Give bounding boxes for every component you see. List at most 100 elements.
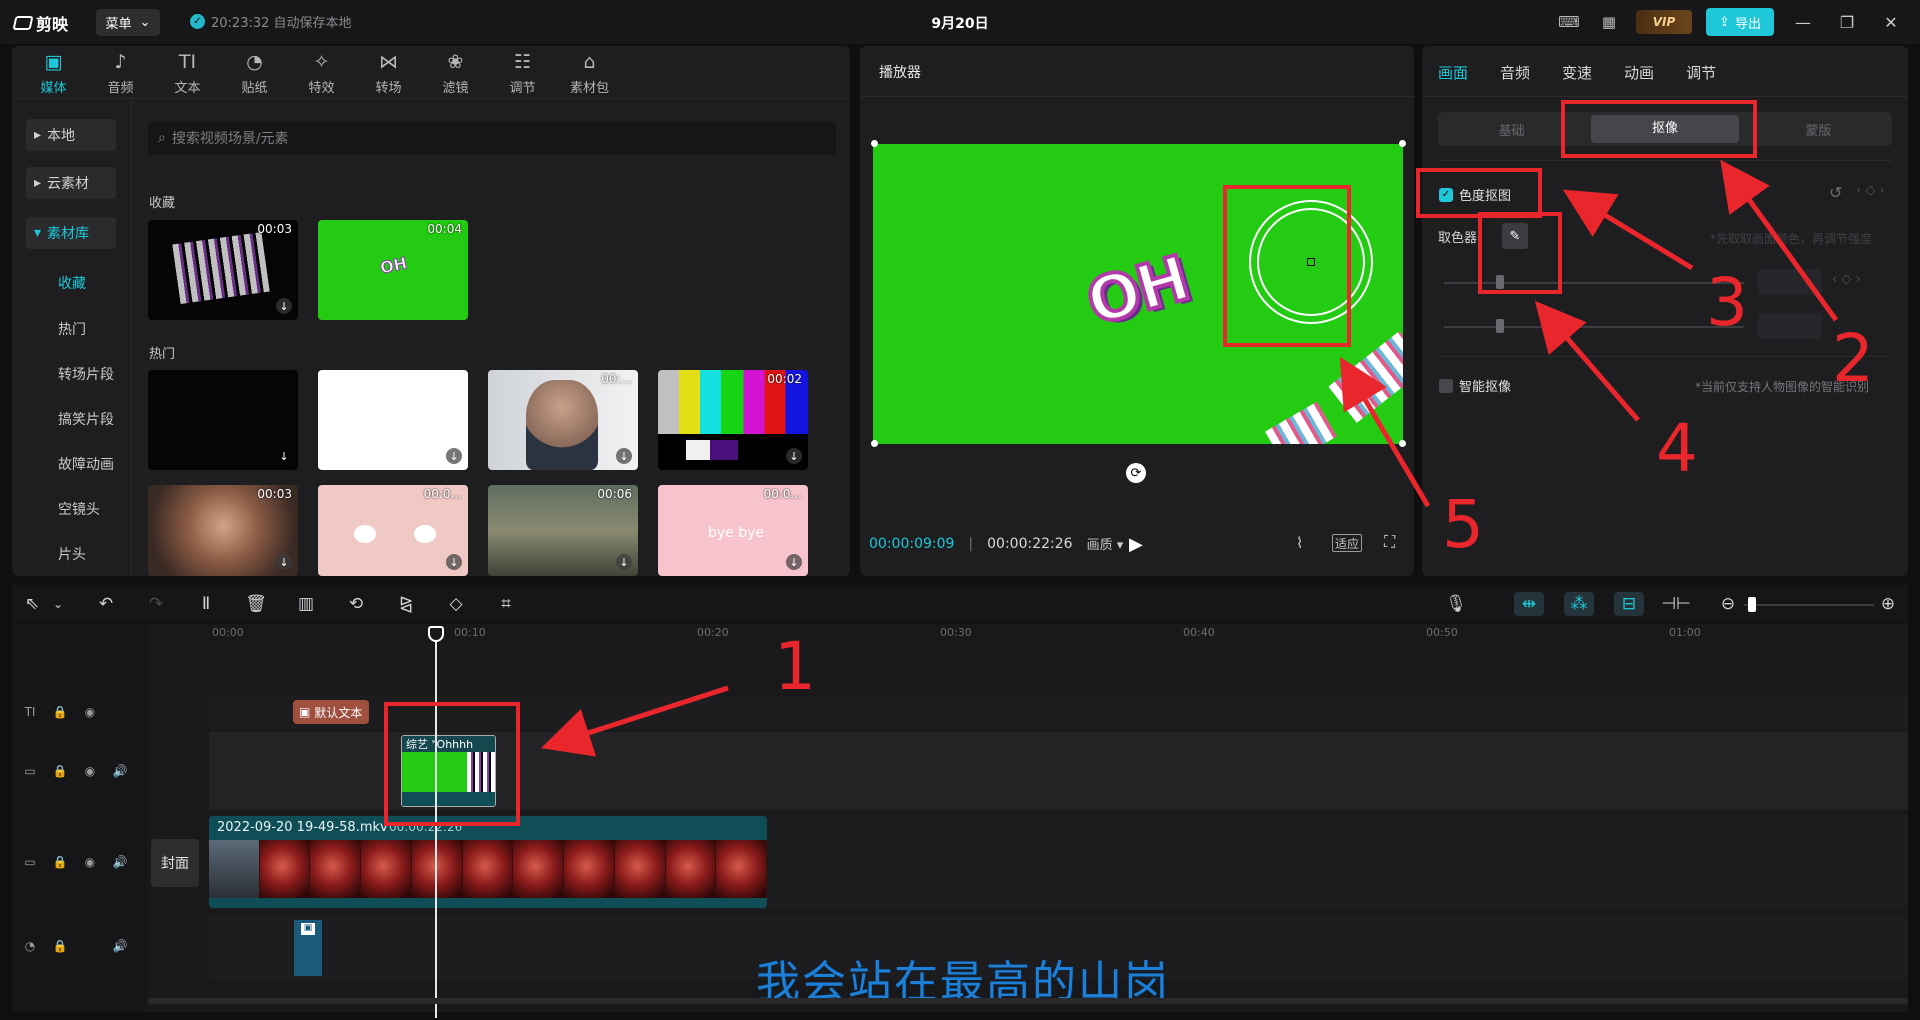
mirror-icon[interactable]: ⧎	[394, 592, 418, 616]
menu-button[interactable]: 菜单 ⌄	[96, 9, 160, 36]
download-icon[interactable]: ↓	[616, 554, 632, 570]
media-thumb[interactable]: bye bye 00:0... ↓	[658, 485, 808, 576]
lock-icon[interactable]: 🔒	[52, 764, 68, 778]
speaker-icon[interactable]: 🔊	[112, 764, 128, 778]
tab-audio[interactable]: 音频	[1500, 62, 1530, 83]
side-sub-intro[interactable]: 片头	[58, 544, 86, 564]
media-thumb[interactable]: 00:06 ↓	[488, 485, 638, 576]
preview-axis-icon[interactable]: ⊟	[1614, 592, 1644, 616]
speaker-icon[interactable]: 🔊	[112, 939, 128, 953]
download-icon[interactable]: ↓	[616, 448, 632, 464]
fullscreen-icon[interactable]: ⛶	[1384, 532, 1395, 552]
minimize-icon[interactable]: —	[1788, 8, 1818, 36]
tab-animation[interactable]: 动画	[1624, 62, 1654, 83]
shadow-input[interactable]	[1758, 313, 1822, 339]
tab-media[interactable]: ▣ 媒体	[20, 46, 87, 100]
zoom-out-icon[interactable]: ⊖	[1716, 592, 1740, 616]
zoom-slider-thumb[interactable]	[1748, 597, 1756, 612]
split-icon[interactable]: Ⅱ	[194, 592, 218, 616]
lock-icon[interactable]: 🔒	[52, 939, 68, 953]
tab-transition[interactable]: ⋈ 转场	[355, 46, 422, 100]
smart-cutout-checkbox[interactable]	[1439, 378, 1453, 393]
side-item-library[interactable]: ▾ 素材库	[26, 217, 116, 249]
export-button[interactable]: ⇪ 导出	[1706, 8, 1774, 36]
download-icon[interactable]: ↓	[276, 448, 292, 464]
side-sub-hot[interactable]: 热门	[58, 319, 86, 339]
media-thumb[interactable]: ↓	[148, 370, 298, 470]
media-thumb[interactable]: ↓	[318, 370, 468, 470]
main-video-clip[interactable]: 2022-09-20 19-49-58.mkv 00:00:22:26	[209, 816, 767, 908]
playhead-handle[interactable]	[428, 626, 444, 642]
resize-handle[interactable]	[871, 440, 878, 447]
shadow-slider-thumb[interactable]	[1496, 319, 1504, 333]
reset-icon[interactable]: ↺	[1829, 183, 1842, 202]
reverse-icon[interactable]: ⟲	[344, 592, 368, 616]
align-icon[interactable]: ⊣⊢	[1661, 592, 1691, 616]
tab-picture[interactable]: 画面	[1438, 62, 1468, 83]
play-icon[interactable]: ▶	[1129, 534, 1143, 555]
tab-text[interactable]: TI 文本	[154, 46, 221, 100]
linkage-icon[interactable]: ⁂	[1564, 592, 1594, 616]
tab-effects[interactable]: ✧ 特效	[288, 46, 355, 100]
vip-badge[interactable]: VIP	[1636, 10, 1692, 34]
side-item-cloud[interactable]: ▸ 云素材	[26, 167, 116, 199]
tab-adjust[interactable]: ☷ 调节	[489, 46, 556, 100]
delete-icon[interactable]: 🗑	[244, 592, 268, 616]
segment-mask[interactable]: 蒙版	[1745, 120, 1892, 139]
microphone-icon[interactable]: 🎙	[1444, 592, 1468, 616]
tab-sticker[interactable]: ◔ 贴纸	[221, 46, 288, 100]
tab-pack[interactable]: ⌂ 素材包	[556, 46, 623, 100]
cover-button[interactable]: 封面	[151, 839, 199, 887]
quality-dropdown[interactable]: 画质 ▾	[1087, 534, 1124, 553]
download-icon[interactable]: ↓	[786, 448, 802, 464]
select-cursor-icon[interactable]: ⇖	[20, 592, 44, 616]
download-icon[interactable]: ↓	[276, 554, 292, 570]
tab-audio[interactable]: ♪ 音频	[87, 46, 154, 100]
resize-handle[interactable]	[1399, 140, 1406, 147]
lock-icon[interactable]: 🔒	[52, 705, 68, 719]
side-sub-glitch[interactable]: 故障动画	[58, 454, 114, 474]
media-thumb[interactable]: 00:0... ↓	[318, 485, 468, 576]
layout-icon[interactable]: ▦	[1596, 9, 1622, 35]
shadow-slider[interactable]	[1444, 326, 1744, 328]
tab-adjust[interactable]: 调节	[1686, 62, 1716, 83]
media-thumb[interactable]: 00:03 ↓	[148, 220, 298, 320]
magnet-icon[interactable]: ⇹	[1514, 592, 1544, 616]
side-item-local[interactable]: ▸ 本地	[26, 119, 116, 151]
close-icon[interactable]: ✕	[1876, 8, 1906, 36]
freeze-icon[interactable]: ▥	[294, 592, 318, 616]
media-thumb[interactable]: 00:03 ↓	[148, 485, 298, 576]
side-sub-empty-shot[interactable]: 空镜头	[58, 499, 100, 519]
keyboard-icon[interactable]: ⌨	[1556, 9, 1582, 35]
download-icon[interactable]: ↓	[446, 554, 462, 570]
side-sub-favorites[interactable]: 收藏	[58, 273, 86, 293]
speaker-icon[interactable]: 🔊	[112, 855, 128, 869]
rotate-icon[interactable]: ◇	[444, 592, 468, 616]
resize-handle[interactable]	[1399, 440, 1406, 447]
tab-speed[interactable]: 变速	[1562, 62, 1592, 83]
text-clip[interactable]: ▣ 默认文本	[293, 700, 369, 724]
download-icon[interactable]: ↓	[276, 298, 292, 314]
rotate-icon[interactable]: ⟳	[1126, 463, 1146, 483]
eye-icon[interactable]: ◉	[82, 705, 98, 719]
timeline-scrollbar[interactable]	[148, 998, 1908, 1004]
zoom-in-icon[interactable]: ⊕	[1876, 592, 1900, 616]
undo-icon[interactable]: ↶	[94, 592, 118, 616]
zoom-slider[interactable]	[1744, 604, 1874, 606]
media-thumb[interactable]: 00:... ↓	[488, 370, 638, 470]
resize-handle[interactable]	[871, 140, 878, 147]
lock-icon[interactable]: 🔒	[52, 855, 68, 869]
media-thumb[interactable]: 00:02 ↓	[658, 370, 808, 470]
restore-icon[interactable]: ❐	[1832, 8, 1862, 36]
smart-cutout-row[interactable]: 智能抠像	[1439, 376, 1511, 395]
eye-icon[interactable]: ◉	[82, 764, 98, 778]
intensity-input[interactable]	[1758, 269, 1822, 295]
search-input[interactable]: ⌕ 搜索视频场景/元素	[148, 121, 836, 155]
tab-filter[interactable]: ❀ 滤镜	[422, 46, 489, 100]
side-sub-funny-clips[interactable]: 搞笑片段	[58, 409, 114, 429]
download-icon[interactable]: ↓	[786, 554, 802, 570]
audio-clip[interactable]: ▣	[294, 920, 322, 976]
waveform-icon[interactable]: ⌇	[1296, 534, 1303, 552]
media-thumb[interactable]: OH 00:04	[318, 220, 468, 320]
fit-button[interactable]: 适应	[1332, 534, 1362, 552]
